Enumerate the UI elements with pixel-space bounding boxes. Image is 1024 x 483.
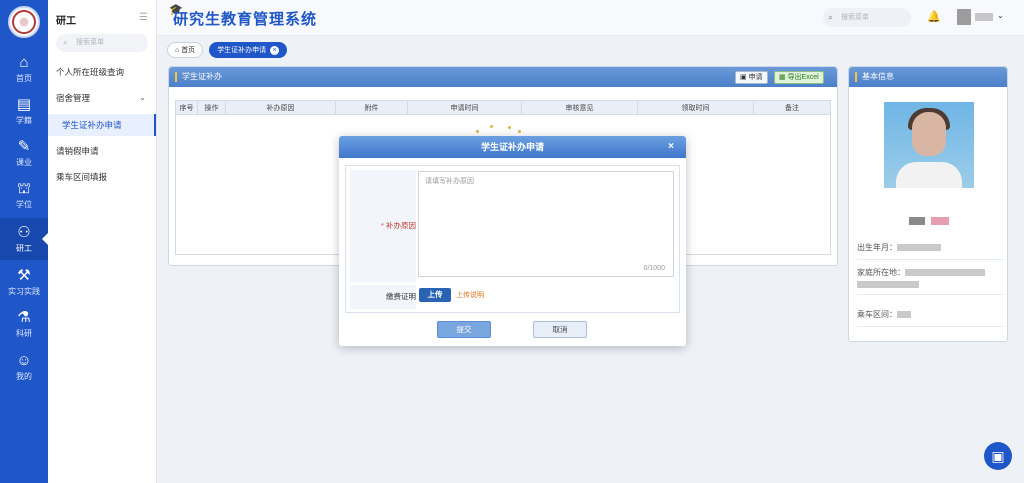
column-header: 序号 [175,100,198,115]
university-logo[interactable] [8,6,40,38]
upload-button[interactable]: 上传 [419,288,451,302]
redacted-value [897,311,911,319]
briefcase-icon: ⚒ [17,266,31,284]
sidebar-item-leave[interactable]: 请销假申请 [48,140,156,162]
system-title: 研究生教育管理系统 [173,11,318,28]
basic-info-card: 基本信息 出生年月： 家庭所在地： 乘车区间： [848,66,1008,342]
rail-item-mine[interactable]: ☺ 我的 [0,346,48,388]
document-icon: ▣ [740,74,749,81]
redacted-value [905,269,985,277]
home-icon: ⌂ [19,53,29,71]
rail-item-research[interactable]: ⚗ 科研 [0,303,48,345]
export-excel-button[interactable]: ▦ 导出Excel [774,71,824,84]
student-photo [884,102,974,188]
toolbox-icon[interactable]: ▣ [984,442,1012,470]
tab-home[interactable]: ⌂ 首页 [167,42,204,58]
rail-item-home[interactable]: ⌂ 首页 [0,48,48,90]
sidebar-item-id-reissue[interactable]: 学生证补办申请 [48,114,156,136]
reissue-form: * 补办原因 请填写补办原因 0/1000 缴费证明 上传 上传说明 [345,165,680,313]
rail-item-status[interactable]: ▤ 学籍 [0,90,48,132]
column-header: 备注 [753,100,831,115]
rail-item-internship[interactable]: ⚒ 实习实践 [0,261,48,303]
user-name[interactable] [975,13,993,21]
column-header: 领取时间 [637,100,754,115]
upload-help-link[interactable]: 上传说明 [456,290,484,300]
reason-label: * 补办原因 [350,170,416,282]
student-name-redacted [909,217,949,225]
submit-button[interactable]: 提交 [437,321,491,338]
sidebar-item-class-query[interactable]: 个人所在班级查询 [48,61,156,83]
people-icon: ⚇ [17,223,31,241]
info-title: 基本信息 [855,72,894,82]
column-header: 补办原因 [225,100,336,115]
sidebar-item-dorm[interactable]: 宿舍管理 ⌄ [48,87,156,109]
column-header: 操作 [197,100,226,115]
route-row: 乘车区间： [857,309,1003,327]
home-row: 家庭所在地： [857,267,1003,295]
excel-icon: ▦ [779,74,788,81]
loading-indicator [474,124,524,134]
fee-label: 缴费证明 [350,285,416,309]
graduation-cap-icon: ⛫ [17,179,31,197]
sub-sidebar: 研工 ☰ ⌕ 搜索菜单 个人所在班级查询 宿舍管理 ⌄ 学生证补办申请 请销假申请 … [48,0,157,483]
flask-icon: ⚗ [17,308,31,326]
chevron-down-icon: ⌄ [139,93,146,102]
cancel-button[interactable]: 取消 [533,321,587,338]
close-icon[interactable]: × [270,46,280,55]
top-header: 🎓 研究生教育管理系统 ⌕ 搜索菜单 🔔 ⌄ [157,0,1024,36]
column-header: 附件 [335,100,408,115]
book-icon: ✎ [17,137,31,155]
nav-rail: ⌂ 首页 ▤ 学籍 ✎ 课业 ⛫ 学位 ⚇ 研工 ⚒ 实习实践 ⚗ 科研 ☺ 我的 [0,0,48,483]
panel-title: 学生证补办 [175,72,222,82]
seal-icon [12,10,36,34]
tab-id-reissue[interactable]: 学生证补办申请 × [209,42,288,58]
chevron-down-icon[interactable]: ⌄ [997,11,1004,20]
bell-icon[interactable]: 🔔 [927,10,941,23]
sidebar-item-route[interactable]: 乘车区间填报 [48,166,156,188]
sidebar-search-input[interactable]: ⌕ 搜索菜单 [56,34,148,52]
header-search-input[interactable]: ⌕ 搜索菜单 [823,8,911,27]
user-icon: ☺ [16,351,32,369]
rail-item-courses[interactable]: ✎ 课业 [0,132,48,174]
reissue-dialog: 学生证补办申请 × * 补办原因 请填写补办原因 0/1000 缴费证明 上传 … [339,136,686,346]
char-counter: 0/1000 [643,265,665,272]
redacted-value [897,244,941,252]
rail-item-degree[interactable]: ⛫ 学位 [0,174,48,216]
column-header: 申请时间 [407,100,522,115]
collapse-menu-icon[interactable]: ☰ [139,12,148,23]
birth-row: 出生年月： [857,242,1003,260]
breadcrumb: ⌂ 首页 学生证补办申请 × [167,42,288,58]
rail-item-student-work[interactable]: ⚇ 研工 [0,218,48,260]
search-icon: ⌕ [63,38,68,47]
redacted-value [857,281,919,288]
avatar[interactable] [957,9,971,25]
apply-button[interactable]: ▣ 申请 [735,71,768,84]
id-card-icon: ▤ [16,95,32,113]
search-icon: ⌕ [828,12,834,22]
sidebar-title: 研工 [56,16,76,27]
column-header: 审核意见 [521,100,638,115]
close-icon[interactable]: × [668,136,674,158]
dialog-title: 学生证补办申请 [480,142,544,152]
reason-textarea[interactable]: 请填写补办原因 0/1000 [418,171,674,277]
